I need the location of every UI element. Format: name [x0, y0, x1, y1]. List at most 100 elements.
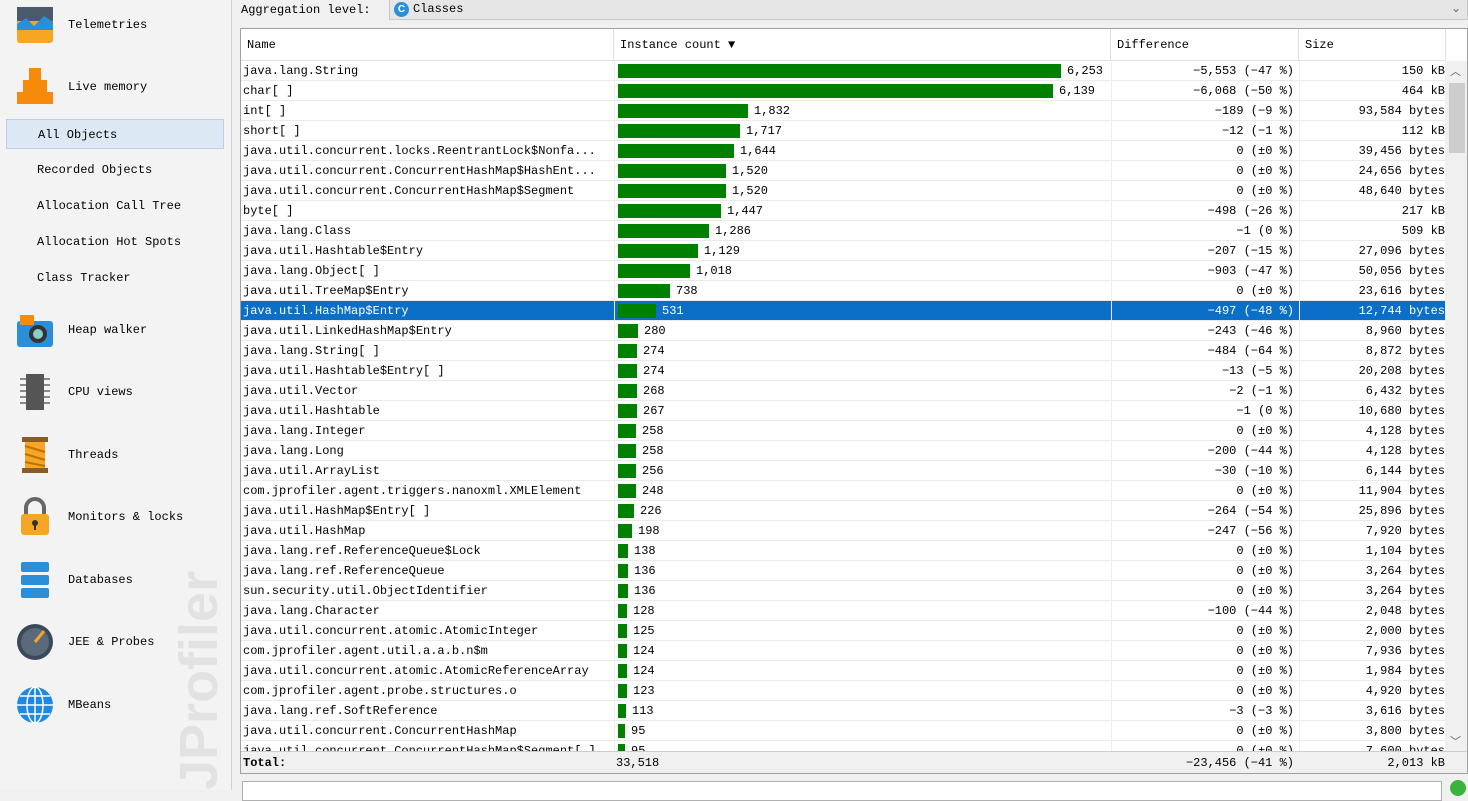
column-header-difference[interactable]: Difference [1111, 29, 1299, 61]
size: 3,264 bytes [1299, 561, 1446, 581]
sidebar-item-all-objects[interactable]: All Objects [6, 119, 224, 149]
sidebar-section-cpu-views[interactable]: CPU views [14, 367, 133, 417]
table-row[interactable]: java.util.ArrayList 256 −30 (−10 %) 6,144 b… [241, 461, 1445, 481]
table-row[interactable]: java.util.TreeMap$Entry 738 0 (±0 %) 23,616… [241, 281, 1445, 301]
table-row[interactable]: java.util.Hashtable$Entry[ ] 274 −13 (−5 %… [241, 361, 1445, 381]
difference: −484 (−64 %) [1111, 341, 1299, 361]
table-row[interactable]: java.lang.Object[ ] 1,018 −903 (−47 %) 50,0… [241, 261, 1445, 281]
instance-count-cell: 1,832 [614, 101, 1111, 121]
table-row[interactable]: java.util.concurrent.atomic.AtomicRefere… [241, 661, 1445, 681]
scroll-up-icon[interactable]: ︿ [1450, 63, 1461, 79]
table-row[interactable]: java.lang.Class 1,286 −1 (0 %) 509 kB [241, 221, 1445, 241]
sidebar-section-monitors-locks[interactable]: Monitors & locks [14, 492, 183, 542]
instance-count: 258 [642, 444, 664, 458]
size: 7,920 bytes [1299, 521, 1446, 541]
instance-count: 1,832 [754, 104, 791, 118]
chevron-down-icon: ⌄ [1450, 2, 1461, 16]
table-row[interactable]: java.util.concurrent.ConcurrentHashMap$H… [241, 161, 1445, 181]
table-row[interactable]: java.util.HashMap 198 −247 (−56 %) 7,920 by… [241, 521, 1445, 541]
class-name: java.lang.Integer [243, 424, 366, 438]
instance-count-cell: 256 [614, 461, 1111, 481]
instance-count: 1,018 [696, 264, 733, 278]
scrollbar-thumb[interactable] [1449, 83, 1465, 153]
table-row[interactable]: java.util.HashMap$Entry 531 −497 (−48 %) 12… [241, 301, 1445, 321]
instance-count: 268 [643, 384, 665, 398]
table-row[interactable]: short[ ] 1,717 −12 (−1 %) 112 kB [241, 121, 1445, 141]
size: 2,000 bytes [1299, 621, 1446, 641]
class-name: java.lang.ref.ReferenceQueue [243, 564, 445, 578]
table-row[interactable]: com.jprofiler.agent.probe.structures.o 12… [241, 681, 1445, 701]
table-row[interactable]: java.util.concurrent.ConcurrentHashMap 95… [241, 721, 1445, 741]
sidebar-section-telemetries[interactable]: Telemetries [14, 0, 147, 50]
table-row[interactable]: java.util.Hashtable$Entry 1,129 −207 (−15 … [241, 241, 1445, 261]
table-row[interactable]: java.lang.String 6,253 −5,553 (−47 %) 150 k… [241, 61, 1445, 81]
column-header-instance-count[interactable]: Instance count ▼ [614, 29, 1111, 61]
sidebar-section-heap-walker[interactable]: Heap walker [14, 305, 147, 355]
sidebar-section-live-memory[interactable]: Live memory [14, 62, 147, 112]
size: 6,144 bytes [1299, 461, 1446, 481]
difference: −189 (−9 %) [1111, 101, 1299, 121]
instance-count-bar [618, 84, 1053, 98]
table-row[interactable]: char[ ] 6,139 −6,068 (−50 %) 464 kB [241, 81, 1445, 101]
instance-count-bar [618, 604, 627, 618]
table-row[interactable]: com.jprofiler.agent.util.a.a.b.n$m 124 0 (… [241, 641, 1445, 661]
table-row[interactable]: java.lang.ref.ReferenceQueue 136 0 (±0 %) 3… [241, 561, 1445, 581]
table-row[interactable]: java.lang.Character 128 −100 (−44 %) 2,048 … [241, 601, 1445, 621]
class-name: java.util.concurrent.ConcurrentHashMap$S… [243, 184, 575, 198]
table-row[interactable]: com.jprofiler.agent.triggers.nanoxml.XML… [241, 481, 1445, 501]
table-row[interactable]: java.util.Hashtable 267 −1 (0 %) 10,680 byt… [241, 401, 1445, 421]
sidebar-section-mbeans[interactable]: MBeans [14, 680, 111, 730]
instance-count: 123 [633, 684, 655, 698]
instance-count-cell: 136 [614, 561, 1111, 581]
apply-filter-icon[interactable] [1450, 780, 1466, 796]
table-row[interactable]: sun.security.util.ObjectIdentifier 136 0 (… [241, 581, 1445, 601]
table-row[interactable]: java.lang.String[ ] 274 −484 (−64 %) 8,872 … [241, 341, 1445, 361]
instance-count-cell: 274 [614, 361, 1111, 381]
size: 3,616 bytes [1299, 701, 1446, 721]
instance-count-bar [618, 344, 637, 358]
total-label: Total: [243, 756, 287, 770]
sidebar-item-allocation-call-tree[interactable]: Allocation Call Tree [6, 191, 224, 221]
instance-count-cell: 268 [614, 381, 1111, 401]
size: 217 kB [1299, 201, 1446, 221]
table-row[interactable]: java.util.concurrent.locks.ReentrantLock… [241, 141, 1445, 161]
table-row[interactable]: int[ ] 1,832 −189 (−9 %) 93,584 bytes [241, 101, 1445, 121]
sidebar-section-jee-probes[interactable]: JEE & Probes [14, 617, 154, 667]
lock-icon [14, 496, 56, 538]
sidebar-item-recorded-objects[interactable]: Recorded Objects [6, 155, 224, 185]
table-row[interactable]: java.lang.ref.ReferenceQueue$Lock 138 0 (±… [241, 541, 1445, 561]
size: 8,872 bytes [1299, 341, 1446, 361]
aggregation-level-select[interactable]: C Classes ⌄ [389, 0, 1468, 20]
column-header-size[interactable]: Size [1299, 29, 1446, 61]
camera-icon [14, 309, 56, 351]
table-row[interactable]: java.util.concurrent.atomic.AtomicIntege… [241, 621, 1445, 641]
table-row[interactable]: java.lang.Integer 258 0 (±0 %) 4,128 bytes [241, 421, 1445, 441]
table-row[interactable]: java.util.HashMap$Entry[ ] 226 −264 (−54 %… [241, 501, 1445, 521]
table-row[interactable]: byte[ ] 1,447 −498 (−26 %) 217 kB [241, 201, 1445, 221]
class-name: java.util.HashMap [243, 524, 366, 538]
table-row[interactable]: java.lang.Long 258 −200 (−44 %) 4,128 bytes [241, 441, 1445, 461]
class-name: java.util.concurrent.locks.ReentrantLock… [243, 144, 596, 158]
vertical-scrollbar[interactable]: ︿ ﹀ [1445, 61, 1467, 751]
view-filter-input[interactable] [242, 781, 1442, 801]
instance-count-cell: 1,520 [614, 161, 1111, 181]
sidebar-item-allocation-hot-spots[interactable]: Allocation Hot Spots [6, 227, 224, 257]
instance-count: 6,253 [1067, 64, 1104, 78]
table-row[interactable]: java.util.Vector 268 −2 (−1 %) 6,432 bytes [241, 381, 1445, 401]
sidebar-section-databases[interactable]: Databases [14, 555, 133, 605]
difference: −12 (−1 %) [1111, 121, 1299, 141]
class-name: char[ ] [243, 84, 294, 98]
size: 464 kB [1299, 81, 1446, 101]
scroll-down-icon[interactable]: ﹀ [1450, 733, 1461, 749]
class-name: com.jprofiler.agent.triggers.nanoxml.XML… [243, 484, 582, 498]
table-row[interactable]: java.lang.ref.SoftReference 113 −3 (−3 %) 3… [241, 701, 1445, 721]
sidebar-item-class-tracker[interactable]: Class Tracker [6, 263, 224, 293]
table-row[interactable]: java.util.concurrent.ConcurrentHashMap$S… [241, 181, 1445, 201]
difference: −13 (−5 %) [1111, 361, 1299, 381]
instance-count-cell: 128 [614, 601, 1111, 621]
instance-count: 531 [662, 304, 684, 318]
sidebar-section-threads[interactable]: Threads [14, 430, 118, 480]
instance-count-cell: 6,139 [614, 81, 1111, 101]
column-header-name[interactable]: Name [241, 29, 614, 61]
table-row[interactable]: java.util.LinkedHashMap$Entry 280 −243 (−4… [241, 321, 1445, 341]
